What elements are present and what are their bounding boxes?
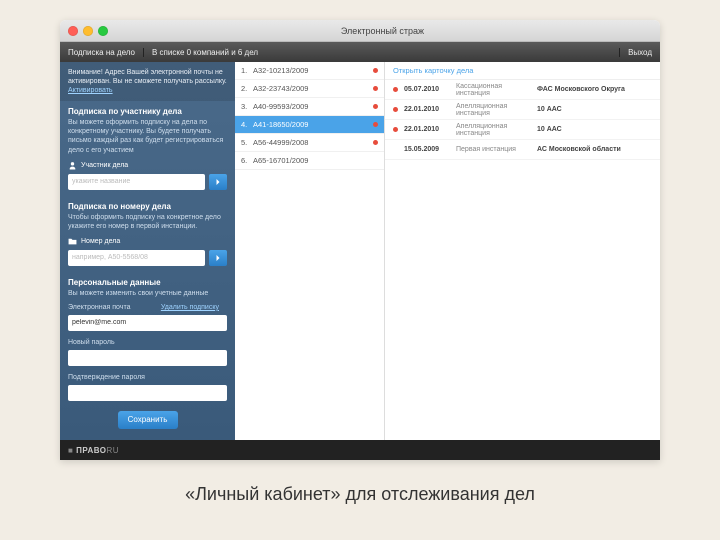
section-casenum-desc: Чтобы оформить подписку на конкретное де…: [60, 213, 235, 235]
case-list-item[interactable]: 5.А56-44999/2008: [235, 134, 384, 152]
chevron-right-icon: [214, 178, 222, 186]
case-index: 4.: [241, 120, 253, 129]
case-index: 2.: [241, 84, 253, 93]
event-date: 15.05.2009: [404, 146, 450, 153]
case-list-item[interactable]: 4.А41-18650/2009: [235, 116, 384, 134]
menu-logout[interactable]: Выход: [619, 48, 660, 57]
unread-dot-icon: [373, 86, 378, 91]
unread-dot-icon: [373, 104, 378, 109]
casenum-label-text: Номер дела: [81, 238, 120, 245]
case-code: А40-99593/2009: [253, 102, 373, 111]
logo-text-suffix: RU: [107, 446, 120, 455]
activation-warning: Внимание! Адрес Вашей электронной почты …: [60, 62, 235, 101]
case-code: А32-10213/2009: [253, 66, 373, 75]
participant-input[interactable]: [68, 174, 205, 190]
titlebar: Электронный страж: [60, 20, 660, 42]
section-personal-title: Персональные данные: [60, 272, 235, 289]
case-list-item[interactable]: 2.А32-23743/2009: [235, 80, 384, 98]
case-detail: Открыть карточку дела 05.07.2010 Кассацио…: [385, 62, 660, 440]
detail-row[interactable]: 15.05.2009 Первая инстанция АС Московской …: [385, 140, 660, 160]
chevron-right-icon: [214, 254, 222, 262]
event-dot-icon: [393, 127, 398, 132]
confirm-password-label: Подтверждение пароля: [60, 372, 235, 383]
event-dot-icon: [393, 87, 398, 92]
event-dot-icon: [393, 107, 398, 112]
event-date: 05.07.2010: [404, 86, 450, 93]
unread-dot-icon: [373, 140, 378, 145]
event-instance: Кассационная инстанция: [456, 83, 531, 97]
new-password-label: Новый пароль: [60, 337, 235, 348]
section-participant-title: Подписка по участнику дела: [60, 101, 235, 118]
event-court: ФАС Московского Округа: [537, 86, 652, 93]
footer: ■ ПРАВОRU: [60, 440, 660, 460]
case-index: 5.: [241, 138, 253, 147]
delete-subscription-link[interactable]: Удалить подписку: [153, 304, 227, 311]
event-instance: Первая инстанция: [456, 146, 531, 153]
event-instance: Апелляционная инстанция: [456, 123, 531, 137]
case-index: 6.: [241, 156, 253, 165]
participant-submit-button[interactable]: [209, 174, 227, 190]
folder-icon: [68, 237, 77, 246]
content: Внимание! Адрес Вашей электронной почты …: [60, 62, 660, 440]
case-code: А65-16701/2009: [253, 156, 378, 165]
case-index: 1.: [241, 66, 253, 75]
case-list-item[interactable]: 1.А32-10213/2009: [235, 62, 384, 80]
case-list: 1.А32-10213/20092.А32-23743/20093.А40-99…: [235, 62, 385, 440]
menu-status: В списке 0 компаний и 6 дел: [144, 48, 619, 57]
section-participant-desc: Вы можете оформить подписку на дела по к…: [60, 118, 235, 158]
minimize-icon[interactable]: [83, 26, 93, 36]
participant-label-text: Участник дела: [81, 162, 128, 169]
app-window: Электронный страж Подписка на дело В спи…: [60, 20, 660, 460]
new-password-field[interactable]: [68, 350, 227, 366]
event-date: 22.01.2010: [404, 106, 450, 113]
case-list-item[interactable]: 3.А40-99593/2009: [235, 98, 384, 116]
close-icon[interactable]: [68, 26, 78, 36]
save-button[interactable]: Сохранить: [118, 411, 178, 429]
open-card-link[interactable]: Открыть карточку дела: [385, 62, 660, 80]
case-code: А32-23743/2009: [253, 84, 373, 93]
footer-logo: ■ ПРАВОRU: [68, 446, 119, 455]
menu-subscribe[interactable]: Подписка на дело: [60, 48, 144, 57]
email-field[interactable]: [68, 315, 227, 331]
case-code: А56-44999/2008: [253, 138, 373, 147]
case-list-item[interactable]: 6.А65-16701/2009: [235, 152, 384, 170]
section-casenum-title: Подписка по номеру дела: [60, 196, 235, 213]
detail-row[interactable]: 22.01.2010 Апелляционная инстанция 10 ААС: [385, 100, 660, 120]
event-instance: Апелляционная инстанция: [456, 103, 531, 117]
event-date: 22.01.2010: [404, 126, 450, 133]
detail-row[interactable]: 22.01.2010 Апелляционная инстанция 10 ААС: [385, 120, 660, 140]
activate-link[interactable]: Активировать: [68, 87, 113, 94]
user-icon: [68, 161, 77, 170]
logo-mark-icon: ■: [68, 446, 76, 455]
participant-label: Участник дела: [60, 159, 235, 172]
event-court: АС Московской области: [537, 146, 652, 153]
casenum-label: Номер дела: [60, 235, 235, 248]
email-label: Электронная почта: [68, 304, 130, 311]
case-code: А41-18650/2009: [253, 120, 373, 129]
logo-text-bold: ПРАВО: [76, 446, 106, 455]
detail-row[interactable]: 05.07.2010 Кассационная инстанция ФАС Моск…: [385, 80, 660, 100]
casenum-input[interactable]: [68, 250, 205, 266]
unread-dot-icon: [373, 122, 378, 127]
window-title: Электронный страж: [113, 26, 652, 36]
menubar: Подписка на дело В списке 0 компаний и 6…: [60, 42, 660, 62]
case-index: 3.: [241, 102, 253, 111]
sidebar: Внимание! Адрес Вашей электронной почты …: [60, 62, 235, 440]
unread-dot-icon: [373, 68, 378, 73]
casenum-submit-button[interactable]: [209, 250, 227, 266]
warning-text: Внимание! Адрес Вашей электронной почты …: [68, 69, 227, 85]
event-court: 10 ААС: [537, 126, 652, 133]
zoom-icon[interactable]: [98, 26, 108, 36]
section-personal-desc: Вы можете изменить свои учетные данные: [60, 289, 235, 302]
confirm-password-field[interactable]: [68, 385, 227, 401]
slide-caption: «Личный кабинет» для отслеживания дел: [60, 484, 660, 505]
event-court: 10 ААС: [537, 106, 652, 113]
